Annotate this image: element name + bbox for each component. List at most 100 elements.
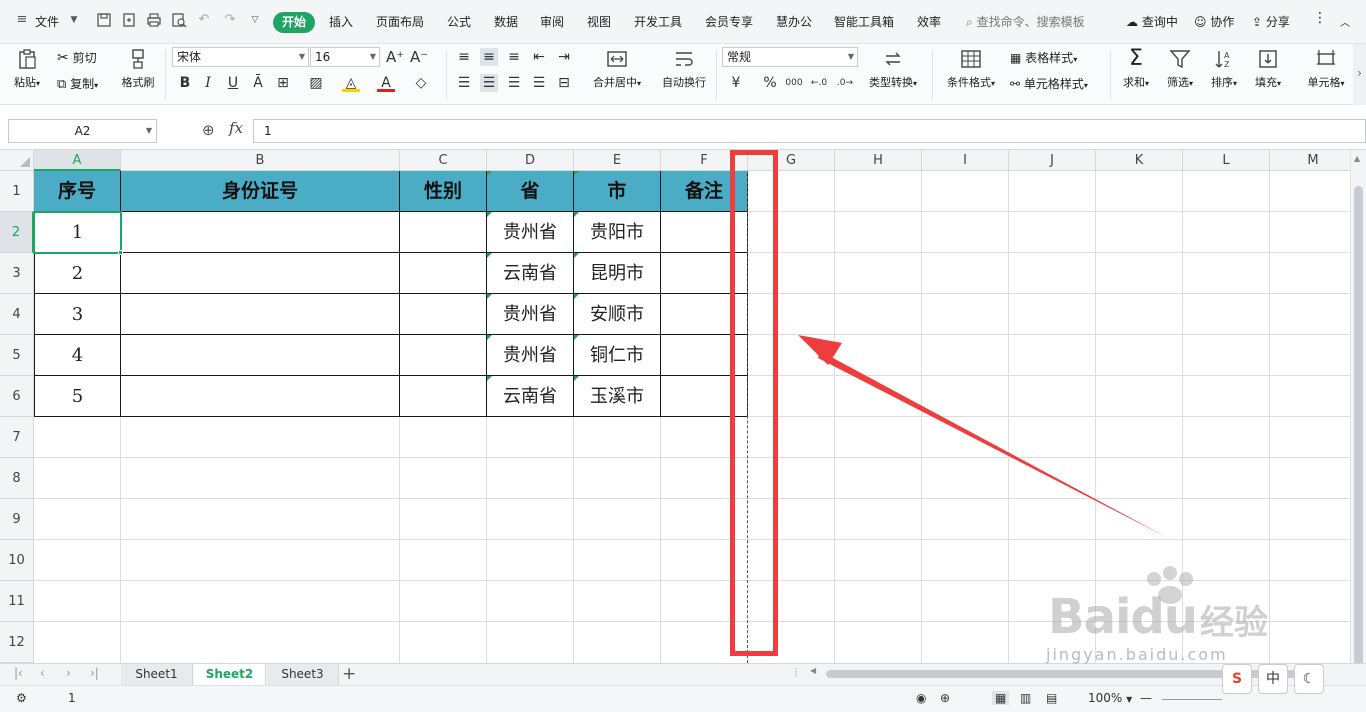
justify-icon[interactable]: ☰ bbox=[530, 74, 548, 92]
tab-data[interactable]: 数据 bbox=[494, 13, 518, 30]
tab-smart-office[interactable]: 慧办公 bbox=[776, 13, 812, 30]
col-header-A[interactable]: A bbox=[34, 150, 121, 171]
sogou-icon[interactable]: S bbox=[1222, 664, 1252, 694]
moon-icon[interactable]: ☾ bbox=[1294, 664, 1324, 694]
fill-color-icon[interactable]: ◬ bbox=[342, 74, 360, 92]
decrease-font-icon[interactable]: A⁻ bbox=[410, 48, 428, 66]
header-cell-province[interactable]: 省 bbox=[487, 171, 574, 212]
prev-sheet-icon[interactable]: ‹ bbox=[40, 666, 45, 680]
decrease-decimal-icon[interactable]: .0→ bbox=[836, 74, 854, 92]
name-box[interactable]: A2 ▼ bbox=[8, 119, 157, 143]
col-header-E[interactable]: E bbox=[574, 150, 661, 171]
next-sheet-icon[interactable]: › bbox=[66, 666, 71, 680]
number-format-select[interactable]: 常规 ▼ bbox=[722, 47, 858, 67]
col-header-J[interactable]: J bbox=[1009, 150, 1096, 171]
clear-format-icon[interactable]: ◇ bbox=[412, 74, 430, 92]
tab-formula[interactable]: 公式 bbox=[447, 13, 471, 30]
cell-B6[interactable] bbox=[121, 376, 400, 417]
row-header-10[interactable]: 10 bbox=[0, 540, 34, 581]
language-icon[interactable]: ⊕ bbox=[940, 691, 950, 705]
col-header-C[interactable]: C bbox=[400, 150, 487, 171]
font-name-select[interactable]: 宋体 ▼ bbox=[172, 47, 309, 67]
row-header-6[interactable]: 6 bbox=[0, 376, 34, 417]
collapse-ribbon-icon[interactable]: ︿ bbox=[1340, 14, 1350, 29]
paste-button[interactable]: 粘贴▾ bbox=[9, 48, 45, 90]
zoom-slider-track[interactable] bbox=[1162, 699, 1222, 700]
scroll-left-icon[interactable]: ◀ bbox=[810, 666, 816, 675]
col-header-K[interactable]: K bbox=[1096, 150, 1183, 171]
cell-B4[interactable] bbox=[121, 294, 400, 335]
sort-button[interactable]: AZ 排序▾ bbox=[1206, 48, 1242, 90]
cell-style-button[interactable]: ⚯ 单元格样式▾ bbox=[1010, 75, 1088, 92]
redo-icon[interactable]: ↷ bbox=[222, 12, 238, 28]
font-color-icon[interactable]: A bbox=[377, 74, 395, 92]
cell-B5[interactable] bbox=[121, 335, 400, 376]
cell-E2[interactable]: 贵阳市 bbox=[574, 212, 661, 253]
tab-page-layout[interactable]: 页面布局 bbox=[376, 13, 424, 30]
formula-input[interactable]: 1 bbox=[253, 119, 1366, 143]
cell-button[interactable]: 单元格▾ bbox=[1302, 48, 1350, 90]
col-header-D[interactable]: D bbox=[487, 150, 574, 171]
cell-A4[interactable]: 3 bbox=[34, 294, 121, 335]
tab-view[interactable]: 视图 bbox=[587, 13, 611, 30]
vertical-scrollbar[interactable]: ▲ bbox=[1350, 150, 1366, 666]
cell-E6[interactable]: 玉溪市 bbox=[574, 376, 661, 417]
cell-D5[interactable]: 贵州省 bbox=[487, 335, 574, 376]
increase-decimal-icon[interactable]: ←.0 bbox=[810, 74, 828, 92]
cell-E5[interactable]: 铜仁市 bbox=[574, 335, 661, 376]
tab-developer[interactable]: 开发工具 bbox=[634, 13, 682, 30]
command-search[interactable]: ⌕ 查找命令、搜索模板 bbox=[966, 13, 1085, 30]
sheet-tab-1[interactable]: Sheet1 bbox=[121, 664, 193, 686]
align-right-icon[interactable]: ☰ bbox=[505, 74, 523, 92]
zoom-formula-icon[interactable]: ⊕ bbox=[202, 121, 215, 139]
row-header-9[interactable]: 9 bbox=[0, 499, 34, 540]
zoom-out-icon[interactable]: — bbox=[1140, 691, 1152, 705]
increase-font-icon[interactable]: A⁺ bbox=[386, 48, 404, 66]
fill-button[interactable]: 填充▾ bbox=[1250, 48, 1286, 90]
distributed-icon[interactable]: ⊟ bbox=[555, 74, 573, 92]
normal-view-icon[interactable]: ▦ bbox=[992, 691, 1010, 705]
sum-button[interactable]: Σ 求和▾ bbox=[1118, 48, 1154, 90]
type-convert-button[interactable]: 类型转换▾ bbox=[864, 48, 922, 90]
increase-indent-icon[interactable]: ⇥ bbox=[555, 48, 573, 66]
row-header-8[interactable]: 8 bbox=[0, 458, 34, 499]
merge-center-button[interactable]: 合并居中▾ bbox=[586, 48, 648, 90]
cell-C4[interactable] bbox=[400, 294, 487, 335]
save-icon[interactable] bbox=[96, 12, 112, 28]
filter-button[interactable]: 筛选▾ bbox=[1162, 48, 1198, 90]
col-header-H[interactable]: H bbox=[835, 150, 922, 171]
tab-split-icon[interactable]: ⁞ bbox=[794, 666, 798, 680]
ribbon-scroll-right-icon[interactable]: › bbox=[1353, 44, 1366, 105]
row-header-12[interactable]: 12 bbox=[0, 622, 34, 663]
undo-icon[interactable]: ↶ bbox=[196, 12, 212, 28]
thousands-icon[interactable]: 000 bbox=[785, 74, 803, 92]
cell-C6[interactable] bbox=[400, 376, 487, 417]
vertical-scroll-thumb[interactable] bbox=[1354, 186, 1363, 666]
chevron-down-icon[interactable]: ▼ bbox=[66, 12, 82, 28]
cell-E3[interactable]: 昆明市 bbox=[574, 253, 661, 294]
fill-handle[interactable] bbox=[118, 250, 123, 255]
sheet-tab-3[interactable]: Sheet3 bbox=[267, 664, 339, 686]
select-all-corner[interactable] bbox=[0, 150, 34, 171]
cell-A6[interactable]: 5 bbox=[34, 376, 121, 417]
cell-D6[interactable]: 云南省 bbox=[487, 376, 574, 417]
sheet-tab-2[interactable]: Sheet2 bbox=[194, 664, 266, 686]
conditional-format-button[interactable]: 条件格式▾ bbox=[942, 48, 1000, 90]
cell-D4[interactable]: 贵州省 bbox=[487, 294, 574, 335]
add-sheet-icon[interactable]: + bbox=[342, 664, 356, 684]
scroll-up-icon[interactable]: ▲ bbox=[1354, 154, 1360, 163]
align-center-icon[interactable]: ☰ bbox=[480, 74, 498, 92]
col-header-M[interactable]: M bbox=[1270, 150, 1350, 171]
macro-record-icon[interactable]: ⚙ bbox=[16, 691, 27, 705]
cell-D2[interactable]: 贵州省 bbox=[487, 212, 574, 253]
last-sheet-icon[interactable]: ›| bbox=[90, 666, 99, 680]
cell-D3[interactable]: 云南省 bbox=[487, 253, 574, 294]
align-bottom-icon[interactable]: ≡ bbox=[505, 48, 523, 66]
border-icon[interactable]: ⊞ bbox=[274, 74, 292, 92]
page-layout-view-icon[interactable]: ▥ bbox=[1020, 691, 1031, 705]
header-cell-city[interactable]: 市 bbox=[574, 171, 661, 212]
align-left-icon[interactable]: ☰ bbox=[455, 74, 473, 92]
more-icon[interactable]: ⋮ bbox=[1313, 10, 1327, 26]
insert-function-button[interactable]: fx bbox=[229, 119, 243, 137]
cut-button[interactable]: ✂ 剪切 bbox=[57, 49, 97, 66]
